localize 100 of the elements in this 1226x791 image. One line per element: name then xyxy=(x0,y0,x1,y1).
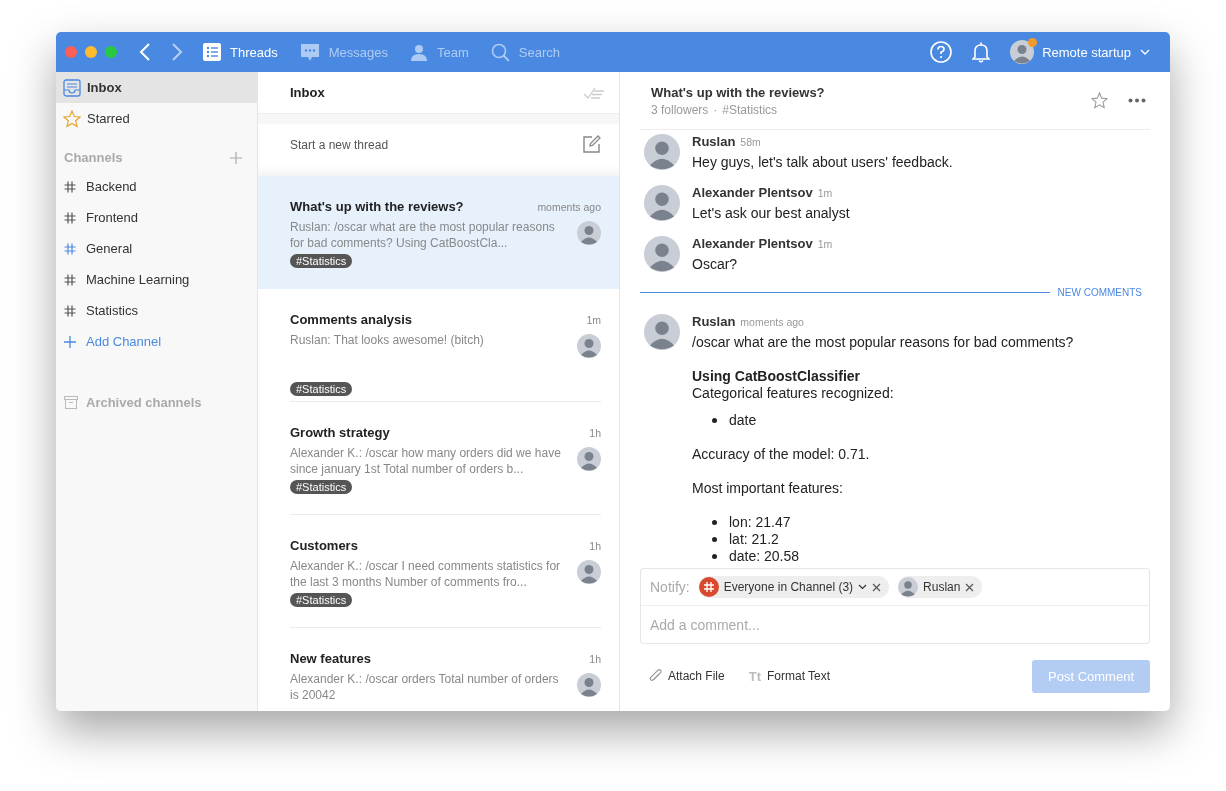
followers-count: 3 followers xyxy=(651,102,709,117)
channel-tag[interactable]: #Statistics xyxy=(290,593,353,607)
recipient-chip[interactable]: Everyone in Channel (3) xyxy=(698,576,890,598)
chat-bubble-icon xyxy=(299,42,320,62)
bell-icon[interactable] xyxy=(972,41,991,63)
caret-icon xyxy=(1140,49,1150,55)
remove-icon[interactable] xyxy=(872,582,882,592)
avatar xyxy=(577,221,601,245)
list-item: date: 20.58 xyxy=(712,548,1146,565)
message-author: Ruslan xyxy=(692,314,736,329)
workspace-menu[interactable]: Remote startup xyxy=(1042,44,1150,60)
thread-title: What's up with the reviews? xyxy=(290,199,464,214)
thread-time: 1h xyxy=(589,540,601,552)
thread-preview: Alexander K.: /oscar orders Total number of orders is 20042 xyxy=(290,671,560,703)
channel-tag[interactable]: #Statistics xyxy=(290,254,353,268)
avatar xyxy=(644,134,680,170)
sidebar-item[interactable]: Inbox xyxy=(56,72,257,103)
message-text: Most important features: xyxy=(692,480,844,497)
avatar xyxy=(1010,40,1035,64)
compose-icon xyxy=(582,135,601,154)
message-text: /oscar what are the most popular reasons for bad comments? xyxy=(692,334,1075,351)
message-text: Hey guys, let's talk about users' feedback. xyxy=(692,154,954,171)
recipient-chip[interactable]: Ruslan xyxy=(898,576,983,598)
avatar xyxy=(644,236,680,272)
message-time: moments ago xyxy=(740,316,804,328)
comment-field[interactable]: Add a comment... xyxy=(640,606,1150,644)
archive-icon xyxy=(64,396,78,409)
nav-tab[interactable]: Threads xyxy=(203,43,278,61)
channel-item[interactable]: Frontend xyxy=(56,202,257,233)
new-thread-button[interactable]: Start a new thread xyxy=(258,124,619,165)
message-time: 1m xyxy=(817,187,833,199)
channel-item[interactable]: Backend xyxy=(56,171,257,202)
message-heading: Using CatBoostClassifier xyxy=(692,368,862,385)
message-text: Accuracy of the model: 0.71. xyxy=(692,446,871,463)
sidebar-item[interactable]: Starred xyxy=(56,103,257,134)
plus-icon xyxy=(64,335,76,348)
more-icon[interactable] xyxy=(1128,98,1146,103)
hash-icon xyxy=(698,577,719,597)
avatar xyxy=(898,577,919,597)
minimize-button[interactable] xyxy=(85,46,97,58)
channel-item[interactable]: Machine Learning xyxy=(56,264,257,295)
message-text: Categorical features recognized: xyxy=(692,385,895,402)
avatar xyxy=(644,314,680,350)
message-time: 1m xyxy=(817,238,833,250)
thread-title: Comments analysis xyxy=(290,312,413,327)
column-title: Inbox xyxy=(290,85,325,100)
message-text: Let's ask our best analyst xyxy=(692,205,851,222)
list-item: date xyxy=(712,412,1146,429)
thread-title: New features xyxy=(290,651,371,666)
list-item: lon: 21.47 xyxy=(712,514,1146,531)
thread-time: 1h xyxy=(589,653,601,665)
format-text-button[interactable]: Tt Format Text xyxy=(748,668,831,684)
thread-preview: Ruslan: /oscar what are the most popular reasons for bad comments? Using CatBoostCla... xyxy=(290,219,556,251)
separator-dot: · xyxy=(713,102,718,117)
thread-time: 1m xyxy=(586,314,601,326)
thread-item[interactable]: Comments analysis 1m Ruslan: That looks awesome! (bitch) #Statistics xyxy=(258,289,619,402)
channel-item[interactable]: General xyxy=(56,233,257,264)
message-author: Alexander Plentsov xyxy=(692,185,813,200)
thread-title: What's up with the reviews? xyxy=(651,84,826,100)
thread-preview: Alexander K.: /oscar how many orders did we have since january 1st Total number of orders b... xyxy=(290,445,562,477)
avatar xyxy=(577,447,601,471)
thread-item[interactable]: Growth strategy 1h Alexander K.: /oscar how many orders did we have since january 1st Total number of orders b... #Statistics xyxy=(258,402,619,515)
avatar xyxy=(644,185,680,221)
attach-file-button[interactable]: Attach File xyxy=(648,668,725,684)
help-icon[interactable] xyxy=(930,41,953,63)
thread-item[interactable]: Customers 1h Alexander K.: /oscar I need comments statistics for the last 3 months Number of comments fro... #Statistics xyxy=(258,515,619,628)
section-title: Channels xyxy=(64,150,123,165)
caret-icon[interactable] xyxy=(858,584,868,590)
person-icon xyxy=(409,43,428,61)
search-icon xyxy=(490,42,510,62)
star-icon[interactable] xyxy=(1091,92,1108,109)
thread-title: Growth strategy xyxy=(290,425,390,440)
avatar xyxy=(577,334,601,358)
new-comments-label: NEW COMMENTS xyxy=(1057,287,1142,298)
paperclip-icon xyxy=(648,668,662,684)
channel-item[interactable]: Statistics xyxy=(56,295,257,326)
plus-icon[interactable] xyxy=(230,151,242,164)
message-text: Oscar? xyxy=(692,256,739,273)
thread-title: Customers xyxy=(290,538,358,553)
thread-item[interactable]: What's up with the reviews? moments ago Ruslan: /oscar what are the most popular reasons for bad comments? Using CatBoostCla... #Statistics xyxy=(258,176,619,289)
thread-preview: Ruslan: That looks awesome! (bitch) xyxy=(290,332,485,348)
message-time: 58m xyxy=(740,136,761,148)
chip-label: Everyone in Channel (3) xyxy=(723,580,854,594)
avatar xyxy=(577,560,601,584)
thread-time: moments ago xyxy=(537,201,601,213)
list-item: lat: 21.2 xyxy=(712,531,1146,548)
message-author: Alexander Plentsov xyxy=(692,236,813,251)
thread-time: 1h xyxy=(589,427,601,439)
thread-item[interactable]: New features 1h Alexander K.: /oscar orders Total number of orders is 20042 xyxy=(258,628,619,711)
thread-preview: Alexander K.: /oscar I need comments statistics for the last 3 months Number of comments fro... xyxy=(290,558,562,590)
notify-label: Notify: xyxy=(650,579,690,595)
channel-tag[interactable]: #Statistics xyxy=(290,480,353,494)
inbox-icon xyxy=(63,78,81,97)
forward-icon[interactable] xyxy=(171,43,183,61)
list-icon xyxy=(203,43,221,61)
channel-tag[interactable]: #Statistics xyxy=(290,382,353,396)
back-icon[interactable] xyxy=(139,43,151,61)
chip-label: Ruslan xyxy=(923,580,961,594)
remove-icon[interactable] xyxy=(965,582,975,592)
message-author: Ruslan xyxy=(692,134,736,149)
